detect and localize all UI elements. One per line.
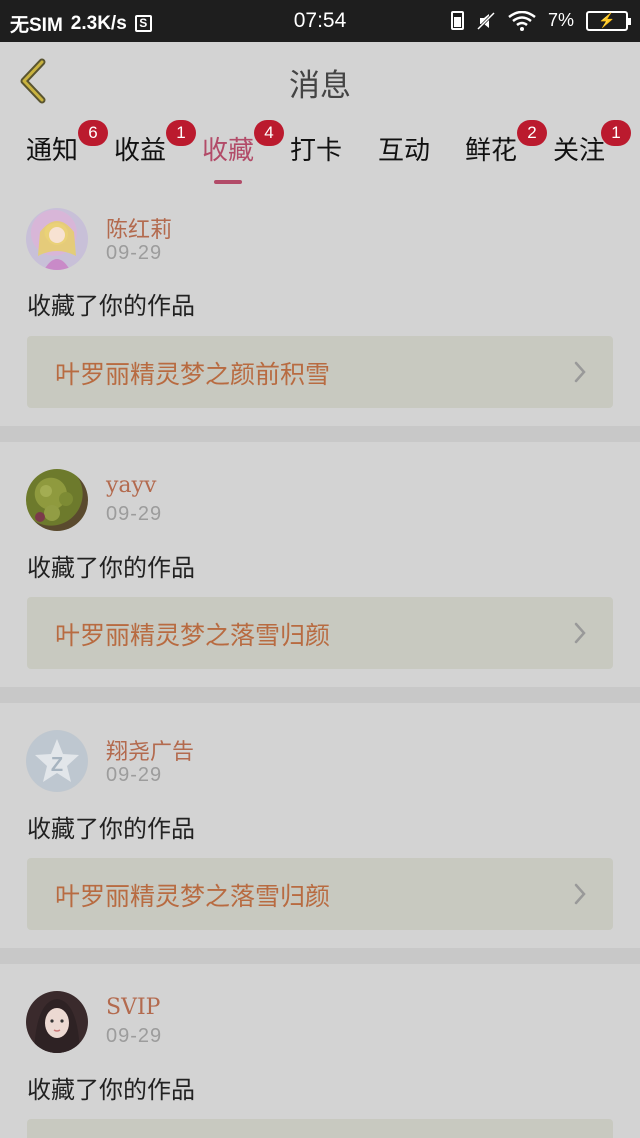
username[interactable]: 陈红莉 (106, 212, 172, 244)
girl-photo-avatar-icon (34, 999, 80, 1053)
count-badge: 4 (254, 120, 285, 146)
avatar[interactable] (26, 208, 88, 270)
chevron-right-icon (574, 883, 586, 905)
tab-label: 收益 (114, 136, 167, 166)
count-badge: 2 (517, 120, 548, 146)
avatar[interactable]: Z (26, 730, 88, 792)
tab-checkin[interactable]: 打卡 (290, 130, 342, 167)
username[interactable]: 翔尧广告 (106, 734, 194, 766)
tab-interactions[interactable]: 互动 (378, 130, 430, 167)
star-avatar-icon: Z (27, 731, 87, 791)
username[interactable]: yayv (106, 473, 156, 498)
tab-follows[interactable]: 关注 1 (553, 120, 632, 167)
action-text: 收藏了你的作品 (27, 292, 195, 320)
chevron-right-icon (574, 622, 586, 644)
status-bar: 无SIM 2.3K/s S 07:54 7% ⚡ (0, 0, 640, 42)
username[interactable]: SVIP (106, 995, 160, 1020)
divider (0, 687, 640, 703)
tab-label: 互动 (378, 136, 431, 166)
work-link[interactable]: 叶罗丽精灵梦之落雪归颜 (27, 597, 613, 669)
count-badge: 1 (166, 120, 197, 146)
message-item: Z 翔尧广告 09-29 收藏了你的作品 叶罗丽精灵梦之落雪归颜 (0, 703, 640, 948)
tab-label: 关注 (553, 136, 606, 166)
message-date: 09-29 (106, 1025, 163, 1047)
work-link[interactable]: 叶罗丽精灵梦之落雪归颜 (27, 858, 613, 930)
work-title: 叶罗丽精灵梦之落雪归颜 (55, 621, 331, 650)
work-link[interactable]: 叶罗丽精灵梦之颜前积雪 (27, 336, 613, 408)
anime-doll-avatar-icon (38, 221, 76, 270)
divider (0, 948, 640, 964)
action-text: 收藏了你的作品 (27, 815, 195, 843)
message-item: yayv 09-29 收藏了你的作品 叶罗丽精灵梦之落雪归颜 (0, 442, 640, 687)
divider (0, 426, 640, 442)
svg-text:Z: Z (51, 754, 63, 776)
page-title: 消息 (289, 68, 351, 104)
tab-bar: 通知 6 收益 1 收藏 4 打卡 互动 鲜花 2 关注 1 (0, 120, 640, 184)
action-text: 收藏了你的作品 (27, 1076, 195, 1104)
status-right: 7% ⚡ (450, 10, 631, 31)
tab-label: 打卡 (290, 136, 343, 166)
message-item: SVIP 09-29 收藏了你的作品 (0, 964, 640, 1138)
active-tab-indicator (214, 180, 243, 184)
work-link[interactable] (27, 1119, 613, 1138)
tab-label: 通知 (26, 136, 79, 166)
tab-favorites[interactable]: 收藏 4 (202, 120, 285, 184)
work-title: 叶罗丽精灵梦之落雪归颜 (55, 882, 331, 911)
message-date: 09-29 (106, 503, 163, 525)
count-badge: 1 (601, 120, 632, 146)
tab-label: 鲜花 (465, 136, 518, 166)
avatar[interactable] (26, 991, 88, 1053)
battery-icon: ⚡ (586, 10, 631, 31)
action-text: 收藏了你的作品 (27, 554, 195, 582)
charging-icon (450, 11, 464, 30)
avatar[interactable] (26, 469, 88, 531)
tab-notifications[interactable]: 通知 6 (26, 120, 109, 167)
message-date: 09-29 (106, 764, 163, 786)
count-badge: 6 (78, 120, 109, 146)
work-title: 叶罗丽精灵梦之颜前积雪 (55, 360, 331, 389)
message-item: 陈红莉 09-29 收藏了你的作品 叶罗丽精灵梦之颜前积雪 (0, 190, 640, 426)
chevron-right-icon (574, 361, 586, 383)
app-header: 消息 (0, 42, 640, 120)
battery-percent: 7% (547, 10, 574, 30)
tab-flowers[interactable]: 鲜花 2 (465, 120, 548, 167)
mute-icon (476, 11, 496, 30)
moss-avatar-icon (35, 485, 73, 522)
tab-earnings[interactable]: 收益 1 (114, 120, 197, 167)
wifi-icon (508, 10, 536, 31)
tab-label: 收藏 (202, 136, 255, 166)
message-date: 09-29 (106, 242, 163, 264)
